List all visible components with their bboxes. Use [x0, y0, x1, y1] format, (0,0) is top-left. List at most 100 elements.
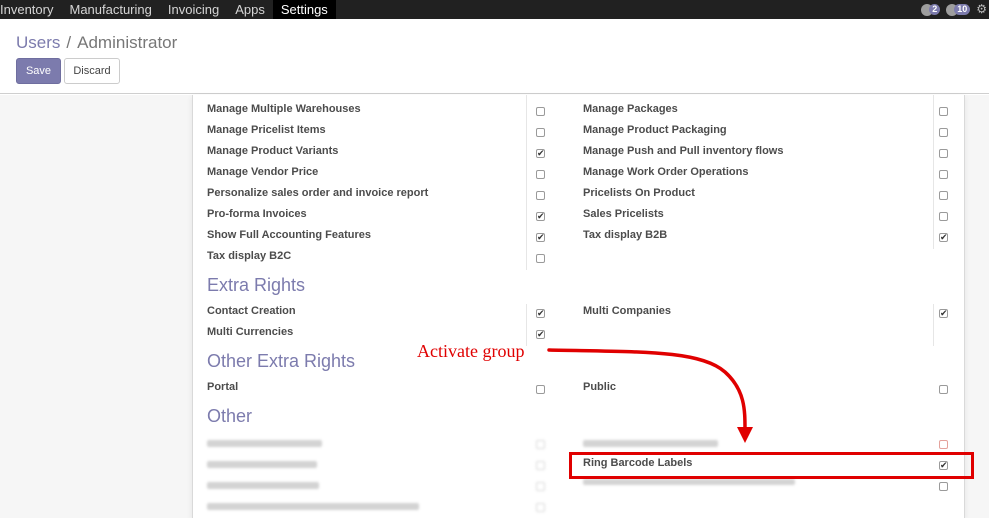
activity-toggle[interactable]: 10: [946, 3, 971, 16]
group-label: Manage Product Packaging: [583, 124, 727, 136]
group-checkbox[interactable]: [939, 107, 948, 116]
group-row-obscured: [207, 433, 547, 454]
group-row: Contact Creation: [207, 302, 547, 323]
group-label: Personalize sales order and invoice repo…: [207, 187, 429, 199]
group-row: Portal: [207, 378, 547, 399]
discard-button[interactable]: Discard: [64, 58, 120, 84]
group-checkbox[interactable]: [939, 385, 948, 394]
app-menu: Inventory Manufacturing Invoicing Apps S…: [0, 0, 336, 19]
group-row-obscured: [207, 454, 547, 475]
top-navbar: Inventory Manufacturing Invoicing Apps S…: [0, 0, 989, 19]
messages-toggle[interactable]: 2: [921, 3, 941, 16]
group-row: Manage Pricelist Items: [207, 121, 547, 142]
menu-item-manufacturing[interactable]: Manufacturing: [61, 0, 159, 19]
group-row: Manage Vendor Price: [207, 163, 547, 184]
group-checkbox[interactable]: [939, 212, 948, 221]
breadcrumb-current: Administrator: [77, 33, 178, 52]
group-label: Tax display B2C: [207, 250, 292, 262]
group-checkbox[interactable]: [536, 440, 545, 449]
obscured-label: [207, 461, 317, 468]
group-checkbox[interactable]: [536, 328, 545, 340]
group-label: Contact Creation: [207, 305, 296, 317]
group-row: Personalize sales order and invoice repo…: [207, 184, 547, 205]
obscured-label: [583, 479, 795, 485]
group-checkbox[interactable]: [939, 307, 948, 319]
group-checkbox[interactable]: [939, 170, 948, 179]
group-checkbox[interactable]: [939, 128, 948, 137]
obscured-label: [207, 503, 419, 510]
group-checkbox[interactable]: [536, 385, 545, 394]
group-row: Pro-forma Invoices: [207, 205, 547, 226]
menu-item-invoicing[interactable]: Invoicing: [160, 0, 227, 19]
group-checkbox[interactable]: [536, 482, 545, 491]
group-label: Manage Pricelist Items: [207, 124, 326, 136]
group-label: Tax display B2B: [583, 229, 668, 241]
group-label: Manage Vendor Price: [207, 166, 319, 178]
group-row: Manage Work Order Operations: [583, 163, 953, 184]
group-row: Show Full Accounting Features: [207, 226, 547, 247]
group-checkbox[interactable]: [536, 191, 545, 200]
group-row: Public: [583, 378, 953, 399]
group-checkbox[interactable]: [939, 231, 948, 243]
group-checkbox[interactable]: [536, 147, 545, 159]
group-label: Manage Work Order Operations: [583, 166, 749, 178]
group-checkbox[interactable]: [536, 231, 545, 243]
menu-item-settings[interactable]: Settings: [272, 0, 336, 19]
group-row: Manage Packages: [583, 100, 953, 121]
group-row: Tax display B2C: [207, 247, 547, 268]
group-checkbox[interactable]: [536, 107, 545, 116]
group-label: Pro-forma Invoices: [207, 208, 307, 220]
menu-item-inventory[interactable]: Inventory: [0, 0, 61, 19]
debug-icon[interactable]: ⚙: [976, 0, 987, 19]
activity-count-badge: 10: [954, 4, 971, 15]
group-checkbox[interactable]: [536, 461, 545, 470]
control-panel: Users / Administrator Save Discard: [0, 19, 989, 94]
group-label: Manage Push and Pull inventory flows: [583, 145, 784, 157]
group-label: Manage Multiple Warehouses: [207, 103, 361, 115]
obscured-label: [207, 440, 322, 447]
group-checkbox[interactable]: [536, 128, 545, 137]
group-label: Public: [583, 381, 617, 393]
save-button[interactable]: Save: [16, 58, 61, 84]
group-checkbox[interactable]: [939, 149, 948, 158]
breadcrumb-users[interactable]: Users: [16, 33, 60, 53]
group-row-obscured: [207, 496, 547, 517]
group-row: Tax display B2B: [583, 226, 953, 247]
group-row-obscured: [207, 475, 547, 496]
menu-item-apps[interactable]: Apps: [227, 0, 273, 19]
group-checkbox[interactable]: [536, 210, 545, 222]
group-row-obscured: [583, 433, 953, 454]
group-label: Sales Pricelists: [583, 208, 664, 220]
group-label: Manage Product Variants: [207, 145, 339, 157]
group-label: Portal: [207, 381, 239, 393]
group-checkbox[interactable]: [536, 307, 545, 319]
systray: 2 10 ⚙: [921, 0, 989, 19]
section-title-other-extra-rights: Other Extra Rights: [207, 351, 356, 371]
section-title-other: Other: [207, 406, 253, 426]
group-row: Manage Multiple Warehouses: [207, 100, 547, 121]
group-label: Multi Currencies: [207, 326, 294, 338]
group-checkbox[interactable]: [536, 503, 545, 512]
group-row: Sales Pricelists: [583, 205, 953, 226]
group-label: Show Full Accounting Features: [207, 229, 371, 241]
group-checkbox[interactable]: [939, 482, 948, 491]
breadcrumb: Users / Administrator: [16, 33, 177, 53]
group-checkbox[interactable]: [536, 254, 545, 263]
group-checkbox[interactable]: [939, 440, 948, 449]
annotation-highlight-box: [569, 452, 974, 479]
group-row: Multi Companies: [583, 302, 953, 323]
group-row: Manage Product Packaging: [583, 121, 953, 142]
group-row: Manage Push and Pull inventory flows: [583, 142, 953, 163]
group-label: Multi Companies: [583, 305, 672, 317]
annotation-text: Activate group: [417, 341, 525, 361]
group-row: Manage Product Variants: [207, 142, 547, 163]
obscured-label: [583, 440, 718, 447]
breadcrumb-separator: /: [66, 33, 72, 52]
messages-count-badge: 2: [929, 4, 941, 15]
group-label: Pricelists On Product: [583, 187, 695, 199]
group-row: Pricelists On Product: [583, 184, 953, 205]
obscured-label: [207, 482, 319, 489]
group-checkbox[interactable]: [536, 170, 545, 179]
group-checkbox[interactable]: [939, 191, 948, 200]
group-label: Manage Packages: [583, 103, 678, 115]
